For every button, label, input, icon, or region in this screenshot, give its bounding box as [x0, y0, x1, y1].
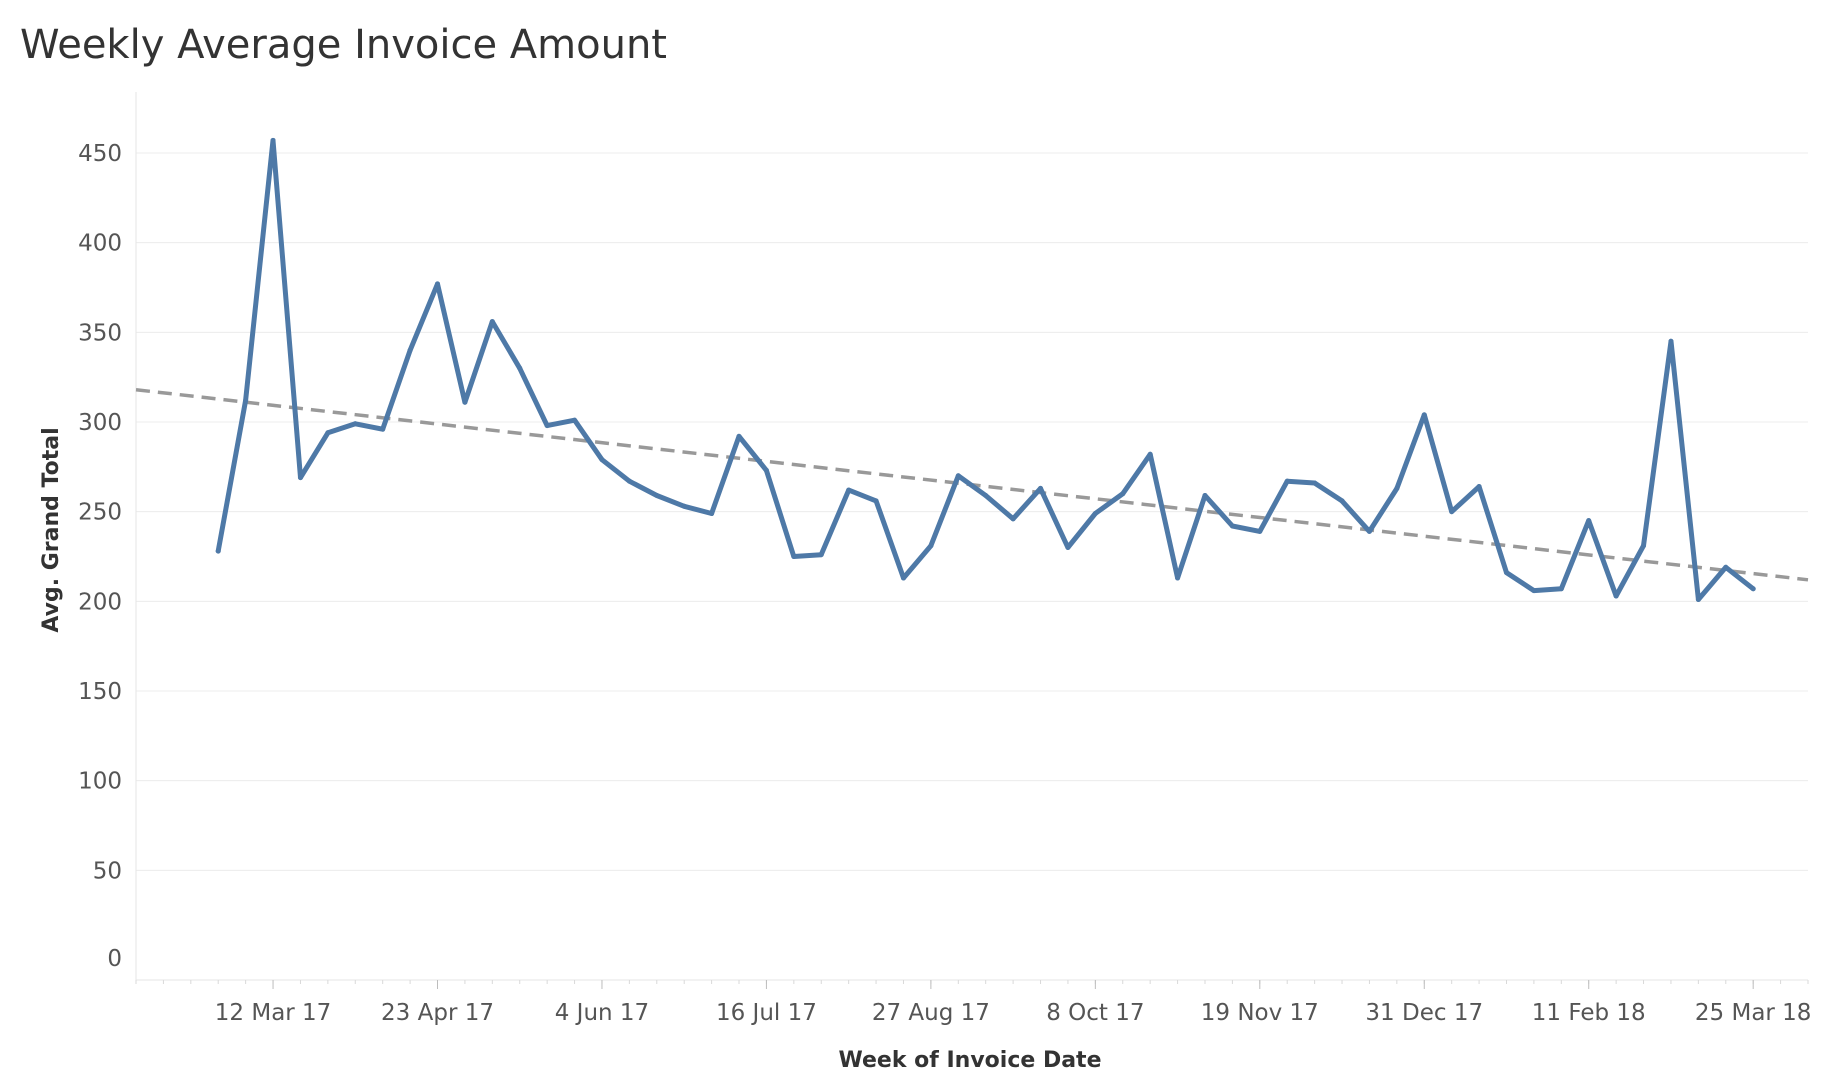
x-tick-label: 23 Apr 17 [381, 1000, 494, 1026]
data-point [1394, 485, 1400, 491]
x-tick-label: 16 Jul 17 [716, 1000, 817, 1026]
data-point [1092, 510, 1098, 516]
y-tick-label: 250 [78, 500, 122, 526]
data-point [791, 554, 797, 559]
gridlines [136, 152, 1808, 871]
data-point [873, 498, 879, 504]
y-axis-title: Avg. Grand Total [39, 427, 64, 632]
data-point [544, 423, 550, 429]
x-tick-label: 12 Mar 17 [215, 1000, 332, 1026]
data-point [1449, 509, 1455, 515]
y-tick-label: 400 [78, 231, 122, 257]
data-point [709, 510, 715, 516]
data-point [900, 575, 906, 581]
data-point [1339, 498, 1345, 504]
series-line [215, 137, 1756, 602]
y-axis-ticks: 0 50 100 150 200 250 300 350 400 450 [78, 141, 122, 972]
data-point [1668, 338, 1674, 344]
data-point [352, 421, 358, 427]
data-point [681, 503, 687, 509]
data-point [1613, 593, 1619, 599]
x-tick-label: 8 Oct 17 [1046, 1000, 1144, 1026]
x-tick-label: 19 Nov 17 [1201, 1000, 1319, 1026]
data-point [928, 543, 934, 549]
data-point [1476, 484, 1482, 490]
data-point [270, 137, 276, 143]
axes [135, 92, 1808, 981]
data-point [1558, 586, 1564, 592]
x-axis-ticks: 12 Mar 17 23 Apr 17 4 Jun 17 16 Jul 17 27 Au… [135, 980, 1812, 1026]
data-point [517, 365, 523, 371]
data-point [325, 430, 331, 436]
data-point [215, 548, 221, 554]
data-point [407, 347, 413, 353]
data-point [243, 397, 249, 403]
data-point [1723, 564, 1729, 570]
data-point [955, 473, 961, 479]
x-tick-label: 27 Aug 17 [872, 1000, 990, 1026]
data-point [1038, 485, 1044, 491]
data-point [1229, 523, 1235, 529]
data-point [1202, 493, 1208, 499]
y-tick-label: 450 [78, 141, 122, 167]
series-layer [215, 137, 1756, 603]
data-point [983, 493, 989, 499]
data-point [654, 493, 660, 499]
data-point [626, 478, 632, 484]
data-point [1065, 545, 1071, 551]
data-point [1120, 491, 1126, 497]
data-point [1531, 588, 1537, 594]
data-point [1312, 480, 1318, 486]
data-point [1421, 412, 1427, 418]
data-point [1586, 518, 1592, 524]
data-point [736, 433, 742, 439]
data-point [1175, 575, 1181, 581]
x-tick-label: 4 Jun 17 [555, 1000, 649, 1026]
data-point [1010, 516, 1016, 522]
data-point [1695, 597, 1701, 603]
data-point [297, 475, 303, 481]
data-point [1284, 478, 1290, 484]
data-point [1641, 543, 1647, 549]
x-tick-label: 11 Feb 18 [1532, 1000, 1646, 1026]
data-point [435, 281, 441, 287]
data-point [489, 319, 495, 325]
y-tick-label: 300 [78, 410, 122, 436]
data-point [846, 487, 852, 493]
data-point [462, 399, 468, 405]
data-point [1257, 528, 1263, 534]
data-point [599, 457, 605, 463]
data-point [1750, 586, 1756, 592]
y-tick-label: 200 [78, 589, 122, 615]
data-point [763, 467, 769, 473]
y-tick-label: 100 [78, 769, 122, 795]
line-chart: 0 50 100 150 200 250 300 350 400 450 12 Mar 17 23 … [39, 92, 1812, 1073]
data-point [1147, 451, 1153, 457]
y-tick-label: 0 [107, 946, 122, 972]
data-point [572, 417, 578, 423]
data-point [1503, 570, 1509, 576]
data-point [1366, 528, 1372, 534]
x-tick-label: 25 Mar 18 [1695, 1000, 1812, 1026]
y-tick-label: 50 [93, 858, 122, 884]
y-tick-label: 150 [78, 679, 122, 705]
x-tick-label: 31 Dec 17 [1365, 1000, 1483, 1026]
x-axis-title: Week of Invoice Date [839, 1048, 1102, 1073]
data-point [380, 426, 386, 432]
data-point [818, 552, 824, 558]
y-tick-label: 350 [78, 320, 122, 346]
